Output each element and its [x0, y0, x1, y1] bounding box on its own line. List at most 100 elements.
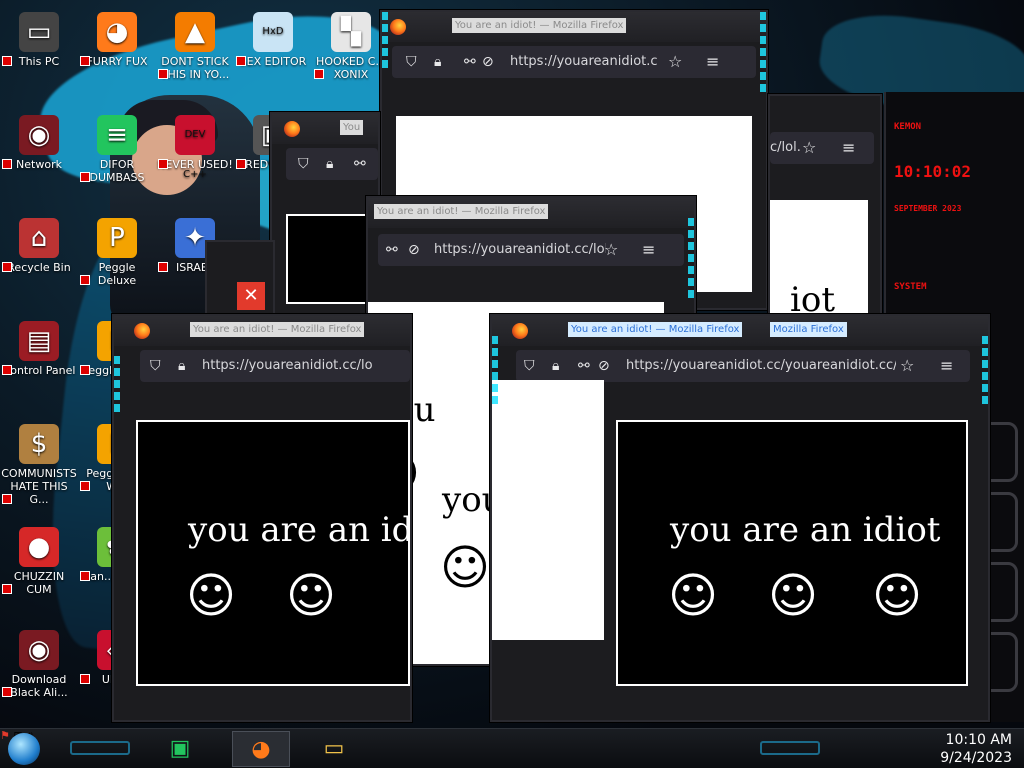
- firefox-icon: [134, 323, 150, 339]
- smiley-icon: ☺: [768, 568, 819, 624]
- bookmark-star-icon[interactable]: ☆: [668, 52, 682, 71]
- menu-icon[interactable]: ≡: [642, 240, 655, 259]
- bookmark-star-icon[interactable]: ☆: [802, 138, 816, 157]
- bookmark-star-icon[interactable]: ☆: [604, 240, 618, 259]
- shortcut-arrow-icon: [158, 69, 168, 79]
- address-bar[interactable]: c/lol. ☆ ≡: [770, 132, 874, 164]
- no-tracking-icon: ⊘: [482, 54, 494, 70]
- flag-icon[interactable]: ⚑: [0, 729, 10, 742]
- shortcut-arrow-icon: [80, 365, 90, 375]
- shortcut-arrow-icon: [80, 571, 90, 581]
- window-title-echo: Mozilla Firefox: [770, 322, 847, 337]
- desktop-icon-image: HxD: [253, 12, 293, 52]
- address-bar[interactable]: ⚯ ⊘ https://youareanidiot.cc/lol. ☆ ≡: [378, 234, 684, 266]
- desktop-icon[interactable]: ≡ DIFOR DUMBASS: [78, 115, 156, 184]
- lock-icon: 🔒︎: [326, 156, 334, 172]
- url-text[interactable]: https://youareanidiot.cc/youareanidiot.c…: [626, 358, 896, 373]
- desktop-icon[interactable]: ▲ DONT STICK THIS IN YO...: [156, 12, 234, 81]
- permissions-icon: ⚯: [578, 358, 590, 374]
- taskbar-explorer-button[interactable]: ▭: [314, 731, 354, 767]
- desktop-icon[interactable]: ▤ Control Panel: [0, 321, 78, 377]
- window-title: You are an idiot! — Mozilla Firefox: [452, 18, 627, 33]
- shield-icon: ⛉: [524, 358, 535, 374]
- shortcut-arrow-icon: [80, 674, 90, 684]
- desktop-icon[interactable]: HxD SEX EDITOR: [234, 12, 312, 68]
- desktop-icon-image: P: [97, 218, 137, 258]
- firefox-icon: [390, 19, 406, 35]
- no-tracking-icon: ⊘: [408, 242, 420, 258]
- gadget-time: 10:10:02: [894, 162, 972, 181]
- taskbar-app-icon[interactable]: ▣: [160, 731, 200, 767]
- window-title: You are an idiot! — Mozilla Firefox: [190, 322, 365, 337]
- desktop-icon[interactable]: ◉ Network: [0, 115, 78, 171]
- shield-icon: ⛉: [150, 358, 161, 374]
- clock[interactable]: 10:10 AM 9/24/2023: [940, 731, 1012, 767]
- shortcut-arrow-icon: [158, 262, 168, 272]
- error-x-icon[interactable]: ✕: [237, 282, 265, 310]
- menu-icon[interactable]: ≡: [940, 356, 953, 375]
- desktop-icon[interactable]: ▚ HOOKED C... XONIX: [312, 12, 390, 81]
- page-content: you are an idiot ☺ ☺ ☺: [616, 420, 968, 686]
- shortcut-arrow-icon: [236, 56, 246, 66]
- smiley-icon: ☺: [872, 568, 923, 624]
- shortcut-arrow-icon: [314, 69, 324, 79]
- menu-icon[interactable]: ≡: [842, 138, 855, 157]
- desktop-icon[interactable]: P Peggle Deluxe: [78, 218, 156, 287]
- url-text[interactable]: https://youareanidiot.cc/lol.: [202, 358, 372, 373]
- shortcut-arrow-icon: [2, 56, 12, 66]
- start-button[interactable]: [8, 733, 40, 765]
- desktop-icon-image: ●: [19, 527, 59, 567]
- shield-icon: ⛉: [406, 54, 417, 70]
- url-text[interactable]: c/lol.: [770, 140, 800, 155]
- page-message: you are an idiot: [188, 510, 408, 550]
- shortcut-arrow-icon: [158, 159, 168, 169]
- shortcut-arrow-icon: [80, 275, 90, 285]
- menu-icon[interactable]: ≡: [706, 52, 719, 71]
- shortcut-arrow-icon: [2, 494, 12, 504]
- address-bar[interactable]: ⛉ 🔒︎ https://youareanidiot.cc/lol.: [140, 350, 410, 382]
- gadget-date: SEPTEMBER 2023: [894, 204, 962, 213]
- lock-icon: 🔒︎: [434, 54, 442, 70]
- desktop-icon[interactable]: ◉ Download Black Ali...: [0, 630, 78, 699]
- address-bar[interactable]: ⛉ 🔒︎ ⚯: [286, 148, 378, 180]
- shortcut-arrow-icon: [236, 159, 246, 169]
- lock-icon: 🔒︎: [178, 358, 186, 374]
- bookmark-star-icon[interactable]: ☆: [900, 356, 914, 375]
- shortcut-arrow-icon: [2, 584, 12, 594]
- desktop-icon[interactable]: ▭ This PC: [0, 12, 78, 68]
- shortcut-arrow-icon: [2, 159, 12, 169]
- desktop-icon[interactable]: ⌂ Recycle Bin: [0, 218, 78, 274]
- firefox-window[interactable]: You are an idiot! — Mozilla Firefox ⛉ 🔒︎…: [112, 314, 412, 722]
- smiley-icon: ☺: [186, 568, 237, 624]
- desktop-icon[interactable]: ◕ FURRY FUX: [78, 12, 156, 68]
- firefox-window[interactable]: You ⛉ 🔒︎ ⚯: [270, 112, 380, 322]
- taskbar: ▣ ◕ ▭ ⚑ ⊞ 🔊︎ 10:10 AM 9/24/2023: [0, 728, 1024, 768]
- smiley-icon: ☺: [668, 568, 719, 624]
- desktop-icon[interactable]: DEV C++ NEVER USED!: [156, 115, 234, 180]
- address-bar[interactable]: ⛉ 🔒︎ ⚯ ⊘ https://youareanidiot.cc/lol. ☆…: [392, 46, 756, 78]
- smiley-icon: ☺: [440, 540, 491, 596]
- permissions-icon: ⚯: [386, 242, 398, 258]
- url-text[interactable]: https://youareanidiot.cc/lol.: [510, 54, 658, 69]
- firefox-window[interactable]: c/lol. ☆ ≡ iot: [768, 94, 882, 324]
- window-title: You are an idiot! — Mozilla Firefox: [568, 322, 743, 337]
- taskbar-firefox-button[interactable]: ◕: [232, 731, 290, 767]
- firefox-window[interactable]: You are an idiot! — Mozilla Firefox Mozi…: [490, 314, 990, 722]
- desktop-icon-image: ◉: [19, 115, 59, 155]
- url-text[interactable]: https://youareanidiot.cc/lol.: [434, 242, 606, 257]
- page-content: iot: [770, 200, 868, 322]
- desktop-icon[interactable]: ● CHUZZIN CUM: [0, 527, 78, 596]
- desktop-icon-image: ▭: [19, 12, 59, 52]
- desktop-icon-image: ▚: [331, 12, 371, 52]
- shortcut-arrow-icon: [80, 172, 90, 182]
- address-bar[interactable]: ⛉ 🔒︎ ⚯ ⊘ https://youareanidiot.cc/youare…: [516, 350, 970, 382]
- page-content: you are an idiot ☺ ☺: [136, 420, 410, 686]
- desktop-icon[interactable]: $ COMMUNISTS HATE THIS G...: [0, 424, 78, 506]
- gadget-system: SYSTEM: [894, 282, 927, 292]
- clock-date: 9/24/2023: [940, 750, 1012, 766]
- shortcut-arrow-icon: [80, 481, 90, 491]
- error-dialog: ✕: [205, 240, 275, 320]
- page-message: you are an idiot: [670, 510, 941, 550]
- shortcut-arrow-icon: [2, 365, 12, 375]
- desktop-icon-image: ◉: [19, 630, 59, 670]
